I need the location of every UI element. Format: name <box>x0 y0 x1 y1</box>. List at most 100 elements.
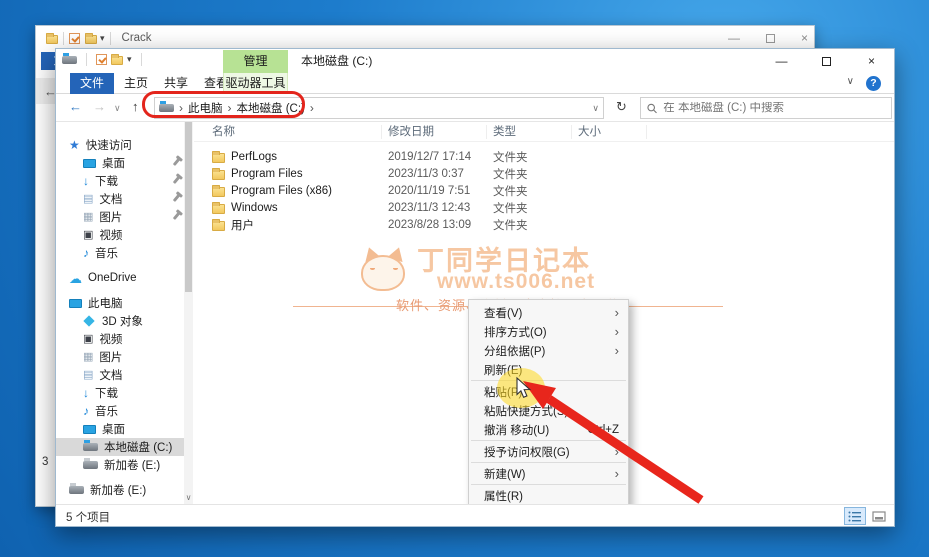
file-row[interactable]: PerfLogs 2019/12/7 17:14 文件夹 <box>194 149 894 165</box>
column-name[interactable]: 名称 <box>194 125 382 139</box>
explorer-titlebar[interactable]: ▾ 管理 本地磁盘 (C:) — × <box>56 49 894 73</box>
sidebar-item-new-volume-e[interactable]: 新加卷 (E:) <box>56 456 184 474</box>
maximize-button[interactable] <box>804 49 849 73</box>
sidebar-item-quick-access[interactable]: ★ 快速访问 <box>56 136 184 154</box>
address-dropdown-icon[interactable]: ∨ <box>592 103 599 114</box>
menu-item-paste-shortcut[interactable]: 粘贴快捷方式(S) <box>469 401 628 420</box>
qat-customize-icon[interactable]: ▾ <box>127 54 132 65</box>
tab-file[interactable]: 文件 <box>70 73 114 94</box>
menu-item-paste[interactable]: 粘贴(P) <box>469 382 628 401</box>
new-folder-icon[interactable] <box>85 35 97 44</box>
qat-customize-icon[interactable]: ▾ <box>100 33 105 44</box>
forward-button[interactable]: → <box>93 99 106 114</box>
file-modified: 2023/11/3 0:37 <box>382 168 487 180</box>
minimize-button[interactable]: — <box>728 31 740 45</box>
folder-icon <box>212 153 225 163</box>
sidebar-item-pictures[interactable]: ▦ 图片 <box>56 208 184 226</box>
thumbnail-view-button[interactable] <box>868 507 890 525</box>
address-bar[interactable]: › 此电脑 › 本地磁盘 (C:) › ∨ <box>154 97 604 119</box>
sidebar-item-label: 新加卷 (E:) <box>90 482 146 498</box>
sidebar-item-label: 文档 <box>99 191 122 207</box>
sidebar-item-desktop-pc[interactable]: 桌面 <box>56 420 184 438</box>
sidebar-item-videos-pc[interactable]: ▣ 视频 <box>56 330 184 348</box>
up-button[interactable]: ↑ <box>132 99 139 114</box>
menu-separator <box>471 462 626 463</box>
sidebar-item-this-pc[interactable]: 此电脑 <box>56 294 184 312</box>
download-icon: ↓ <box>83 175 89 187</box>
sidebar-item-music[interactable]: ♪ 音乐 <box>56 244 184 262</box>
file-name: Program Files (x86) <box>231 185 332 197</box>
file-row[interactable]: 用户 2023/8/28 13:09 文件夹 <box>194 217 894 233</box>
file-row[interactable]: Program Files (x86) 2020/11/19 7:51 文件夹 <box>194 183 894 199</box>
breadcrumb-this-pc[interactable]: 此电脑 <box>188 100 223 116</box>
sidebar-scrollbar[interactable]: ∨ <box>184 122 193 504</box>
sidebar-item-new-volume-root[interactable]: 新加卷 (E:) <box>56 481 184 499</box>
tab-drive-tools[interactable]: 驱动器工具 <box>223 73 288 94</box>
minimize-button[interactable]: — <box>759 49 804 73</box>
ribbon-collapse-icon[interactable]: ∨ <box>847 76 854 87</box>
menu-item-new[interactable]: 新建(W) › <box>469 464 628 483</box>
menu-item-view[interactable]: 查看(V) › <box>469 303 628 322</box>
sidebar-item-3d-objects[interactable]: 3D 对象 <box>56 312 184 330</box>
back-button[interactable]: ← <box>69 99 82 114</box>
crumb-separator-icon: › <box>179 101 183 115</box>
menu-item-group-by[interactable]: 分组依据(P) › <box>469 341 628 360</box>
sidebar-item-documents-pc[interactable]: ▤ 文档 <box>56 366 184 384</box>
video-icon: ▣ <box>83 334 93 345</box>
sidebar-item-label: 文档 <box>99 367 122 383</box>
menu-item-refresh[interactable]: 刷新(E) <box>469 360 628 379</box>
tab-share[interactable]: 共享 <box>158 73 194 94</box>
sidebar-item-pictures-pc[interactable]: ▦ 图片 <box>56 348 184 366</box>
recent-locations-icon[interactable]: ∨ <box>114 103 121 114</box>
sidebar-item-desktop[interactable]: 桌面 <box>56 154 184 172</box>
sidebar-item-local-disk-c[interactable]: 本地磁盘 (C:) <box>56 438 184 456</box>
menu-item-sort-by[interactable]: 排序方式(O) › <box>469 322 628 341</box>
close-button[interactable]: × <box>801 31 808 45</box>
sidebar-item-label: 图片 <box>99 209 122 225</box>
scroll-down-icon[interactable]: ∨ <box>184 493 193 502</box>
scrollbar-thumb[interactable] <box>185 122 192 292</box>
tab-home[interactable]: 主页 <box>118 73 154 94</box>
menu-item-label: 撤消 移动(U) <box>484 422 587 438</box>
address-row: ← → ∨ ↑ › 此电脑 › 本地磁盘 (C:) › ∨ ↻ <box>56 94 894 122</box>
divider <box>110 32 111 45</box>
maximize-button[interactable] <box>766 34 775 43</box>
file-row[interactable]: Program Files 2023/11/3 0:37 文件夹 <box>194 166 894 182</box>
pin-icon <box>175 157 178 169</box>
file-name: Windows <box>231 202 278 214</box>
breadcrumb-local-disk-c[interactable]: 本地磁盘 (C:) <box>237 100 305 116</box>
folder-icon <box>212 170 225 180</box>
close-button[interactable]: × <box>849 49 894 73</box>
menu-item-give-access[interactable]: 授予访问权限(G) › <box>469 442 628 461</box>
context-menu: 查看(V) › 排序方式(O) › 分组依据(P) › 刷新(E) 粘贴(P) … <box>468 299 629 509</box>
sidebar-item-onedrive[interactable]: ☁ OneDrive <box>56 269 184 287</box>
refresh-button[interactable]: ↻ <box>616 99 627 115</box>
submenu-arrow-icon: › <box>615 343 619 358</box>
search-input[interactable] <box>663 102 885 114</box>
menu-item-properties[interactable]: 属性(R) <box>469 486 628 505</box>
sidebar-item-downloads[interactable]: ↓ 下载 <box>56 172 184 190</box>
properties-icon[interactable] <box>96 54 107 65</box>
details-view-button[interactable] <box>844 507 866 525</box>
column-type[interactable]: 类型 <box>487 125 572 139</box>
sidebar-item-music-pc[interactable]: ♪ 音乐 <box>56 402 184 420</box>
sidebar-item-documents[interactable]: ▤ 文档 <box>56 190 184 208</box>
file-type: 文件夹 <box>487 183 572 199</box>
background-window-titlebar[interactable]: ▾ Crack — × <box>36 26 814 50</box>
help-icon[interactable]: ? <box>866 76 881 91</box>
properties-icon[interactable] <box>69 33 80 44</box>
sidebar-item-downloads-pc[interactable]: ↓ 下载 <box>56 384 184 402</box>
file-row[interactable]: Windows 2023/11/3 12:43 文件夹 <box>194 200 894 216</box>
3d-cube-icon <box>83 315 94 326</box>
maximize-icon <box>822 57 831 66</box>
search-box[interactable] <box>640 97 892 119</box>
menu-separator <box>471 440 626 441</box>
sidebar-item-videos[interactable]: ▣ 视频 <box>56 226 184 244</box>
desktop-icon <box>83 159 96 168</box>
column-size[interactable]: 大小 <box>572 125 647 139</box>
menu-item-undo-move[interactable]: 撤消 移动(U) Ctrl+Z <box>469 420 628 439</box>
file-name: PerfLogs <box>231 151 277 163</box>
sidebar-item-label: 快速访问 <box>86 137 132 153</box>
new-folder-icon[interactable] <box>111 56 123 65</box>
column-modified[interactable]: 修改日期 <box>382 125 487 139</box>
